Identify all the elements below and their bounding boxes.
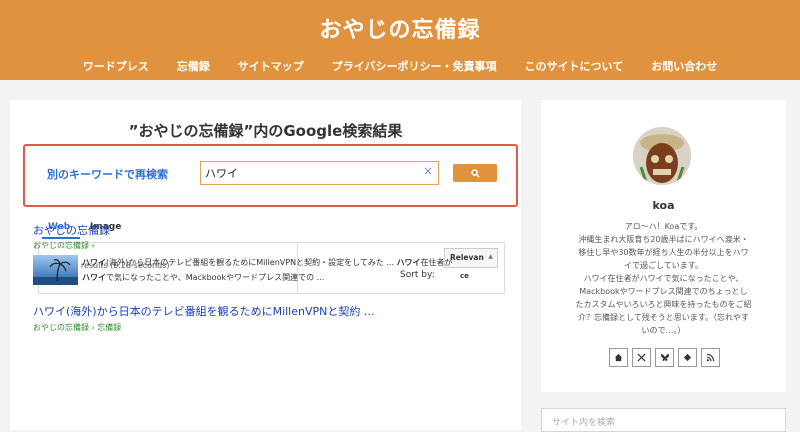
search-icon xyxy=(470,168,480,178)
snippet-text: (海外)から日本のテレビ番組を観るためにMillenVPNと契約・設定をしてみた… xyxy=(106,258,397,267)
bio-line: アロ〜ハ！Koaです。 xyxy=(624,222,703,231)
bio-line: ハワイ在住者がハワイで気になったことや、 xyxy=(583,274,744,283)
bio-line: 移住し早や30数年が経ち人生の半分以上をハワ xyxy=(578,248,749,257)
nav-item-privacy[interactable]: プライバシーポリシー・免責事項 xyxy=(332,58,497,74)
result-snippet: ハワイ(海外)から日本のテレビ番組を観るためにMillenVPNと契約・設定をし… xyxy=(82,255,502,285)
nav-item-about[interactable]: このサイトについて xyxy=(525,58,624,74)
result-url[interactable]: おやじの忘備録 › 忘備録 xyxy=(33,322,121,333)
snippet-highlight: ハワイ xyxy=(396,258,421,267)
beach-palm-image xyxy=(33,259,78,285)
site-search-placeholder: サイト内を検索 xyxy=(552,418,616,428)
bio-line: イで過ごしています。 xyxy=(624,261,703,270)
feedly-icon xyxy=(683,353,692,362)
rss-icon xyxy=(706,353,715,362)
bio-line: Mackbookやワードプレス関連でのちょっとし xyxy=(579,287,748,296)
tiki-avatar-image xyxy=(633,127,691,185)
site-title[interactable]: おやじの忘備録 xyxy=(0,12,800,44)
site-search-input[interactable]: サイト内を検索 xyxy=(541,408,786,432)
snippet-text: 在住者が xyxy=(420,258,453,267)
site-header: おやじの忘備録 ワードプレス 忘備録 サイトマップ プライバシーポリシー・免責事… xyxy=(0,0,800,80)
home-icon xyxy=(614,353,623,362)
snippet-highlight: ハワイ xyxy=(82,258,106,267)
bio-line: 介？忘備録として残そうと思います。（忘れやす xyxy=(578,313,749,322)
search-button[interactable] xyxy=(453,164,497,182)
result-thumbnail[interactable] xyxy=(33,255,78,285)
bio-line: いので…。） xyxy=(641,326,686,335)
main-nav: ワードプレス 忘備録 サイトマップ プライバシーポリシー・免責事項 このサイトに… xyxy=(0,58,800,74)
result-url[interactable]: おやじの忘備録 › xyxy=(33,240,95,251)
nav-item-wordpress[interactable]: ワードプレス xyxy=(83,58,149,74)
x-icon xyxy=(637,353,646,362)
page-title: ”おやじの忘備録”内のGoogle検索結果 xyxy=(128,122,403,140)
research-box: 別のキーワードで再検索 × xyxy=(23,144,518,207)
x-link[interactable] xyxy=(632,348,651,367)
snippet-text: で気になったことや、Mackbookやワードプレス関連での ... xyxy=(106,273,325,282)
rss-link[interactable] xyxy=(701,348,720,367)
home-link[interactable] xyxy=(609,348,628,367)
research-label: 別のキーワードで再検索 xyxy=(47,168,168,181)
bluesky-link[interactable] xyxy=(655,348,674,367)
profile-widget: koa アロ〜ハ！Koaです。 沖縄生まれ大阪育ち20歳半ばにハワイへ渡米・ 移… xyxy=(541,100,786,392)
clear-icon[interactable]: × xyxy=(423,164,433,178)
search-input[interactable] xyxy=(200,161,439,185)
feedly-link[interactable] xyxy=(678,348,697,367)
result-title[interactable]: おやじの忘備録 xyxy=(33,222,110,238)
nav-item-memo[interactable]: 忘備録 xyxy=(177,58,210,74)
bio-line: 沖縄生まれ大阪育ち20歳半ばにハワイへ渡米・ xyxy=(578,235,749,244)
bluesky-icon xyxy=(660,353,669,361)
snippet-line-2: ハワイで気になったことや、Mackbookやワードプレス関連での ... xyxy=(82,270,502,285)
nav-item-contact[interactable]: お問い合わせ xyxy=(651,58,717,74)
bio-line: たカスタムやいろいろと興味を持ったものをご紹 xyxy=(575,300,752,309)
social-links xyxy=(609,348,720,367)
nav-item-sitemap[interactable]: サイトマップ xyxy=(238,58,304,74)
avatar xyxy=(633,127,691,185)
snippet-line-1: ハワイ(海外)から日本のテレビ番組を観るためにMillenVPNと契約・設定をし… xyxy=(82,255,502,270)
author-name: koa xyxy=(652,199,675,212)
result-title[interactable]: ハワイ(海外)から日本のテレビ番組を観るためにMillenVPNと契約 ... xyxy=(33,303,374,319)
snippet-highlight: ハワイ xyxy=(82,273,106,282)
